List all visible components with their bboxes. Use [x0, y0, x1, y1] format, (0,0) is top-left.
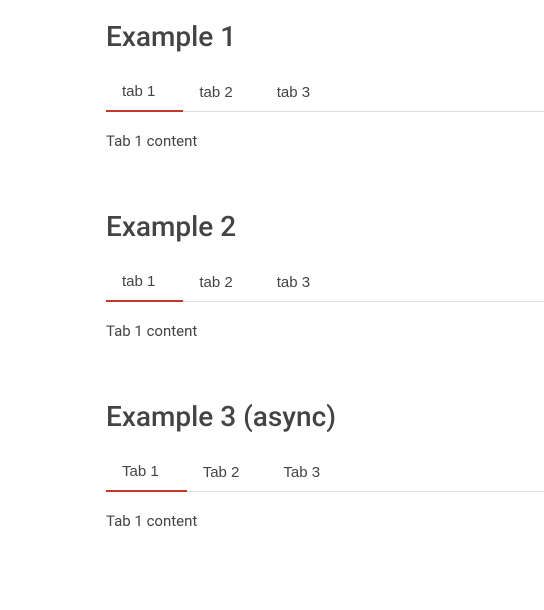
- tab-1[interactable]: tab 1: [106, 73, 183, 112]
- example-2: Example 2 tab 1 tab 2 tab 3 Tab 1 conten…: [106, 210, 544, 360]
- tab-3[interactable]: tab 3: [261, 73, 338, 112]
- tab-content: Tab 1 content: [106, 302, 544, 360]
- tab-1[interactable]: Tab 1: [106, 453, 187, 492]
- tab-3[interactable]: tab 3: [261, 263, 338, 302]
- tab-2[interactable]: Tab 2: [187, 453, 268, 492]
- tab-content: Tab 1 content: [106, 492, 544, 550]
- example-heading: Example 2: [106, 210, 544, 243]
- example-heading: Example 1: [106, 20, 544, 53]
- tabs-list: tab 1 tab 2 tab 3: [106, 263, 544, 302]
- tab-content: Tab 1 content: [106, 112, 544, 170]
- example-1: Example 1 tab 1 tab 2 tab 3 Tab 1 conten…: [106, 20, 544, 170]
- example-3: Example 3 (async) Tab 1 Tab 2 Tab 3 Tab …: [106, 400, 544, 550]
- tabs-list: tab 1 tab 2 tab 3: [106, 73, 544, 112]
- example-heading: Example 3 (async): [106, 400, 544, 433]
- tabs-list: Tab 1 Tab 2 Tab 3: [106, 453, 544, 492]
- tab-2[interactable]: tab 2: [183, 263, 260, 302]
- tab-2[interactable]: tab 2: [183, 73, 260, 112]
- tab-1[interactable]: tab 1: [106, 263, 183, 302]
- tab-3[interactable]: Tab 3: [267, 453, 348, 492]
